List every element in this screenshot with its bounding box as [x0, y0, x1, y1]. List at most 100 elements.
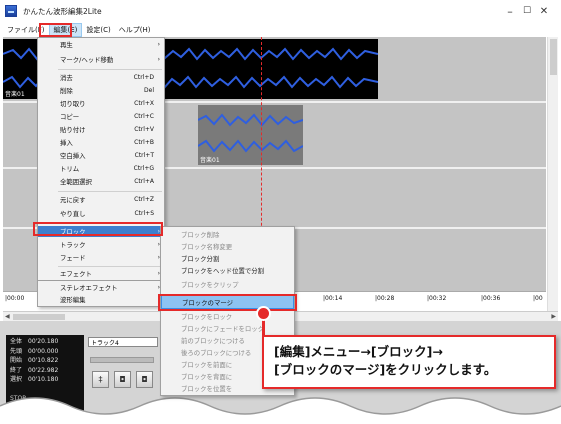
scrollbar-thumb[interactable] [13, 314, 65, 320]
clip-label: 音楽01 [200, 157, 220, 164]
menu-item-label: 全範囲選択 [60, 178, 92, 186]
menu-item-label: トリム [60, 165, 80, 173]
menu-item-label: 切り取り [60, 100, 86, 108]
info-value: 00'20.180 [28, 338, 59, 345]
menu-settings[interactable]: 設定(C) [82, 24, 114, 36]
menu-item-insert-blank[interactable]: 空白挿入 Ctrl+T [38, 150, 164, 161]
menu-shortcut: Ctrl+Z [134, 196, 154, 203]
callout-line-2: [ブロックのマージ]をクリックします。 [274, 362, 497, 377]
volume-slider[interactable] [90, 357, 154, 363]
info-label: 先頭 [10, 347, 23, 355]
ruler-tick: |00:14 [323, 295, 343, 302]
menu-separator [58, 69, 162, 70]
menu-item-copy[interactable]: コピー Ctrl+C [38, 111, 164, 122]
menu-shortcut: Ctrl+T [134, 152, 154, 159]
highlight-block-item [33, 222, 163, 236]
menu-item-insert[interactable]: 挿入 Ctrl+B [38, 137, 164, 148]
menu-item-label: 波形編集 [60, 296, 86, 304]
waveform [198, 113, 303, 127]
ruler-tick: |00 [533, 295, 543, 302]
menu-item-effect[interactable]: エフェクト › [38, 268, 164, 279]
info-label: 全体 [10, 338, 23, 345]
menu-item-label: エフェクト [60, 270, 92, 278]
menu-item-label: コピー [60, 113, 80, 121]
info-row: 終了 00'22.982 [10, 366, 80, 376]
vertical-scrollbar[interactable] [547, 37, 558, 317]
menu-separator [58, 266, 162, 267]
info-label: 開始 [10, 357, 23, 364]
info-value: 00'00.000 [28, 347, 59, 355]
edit-menu-dropdown: 再生 › マーク/ヘッド移動 › 消去 Ctrl+D 削除 Del 切り取り Ctrl+X… [37, 37, 165, 281]
submenu-item-fade-lock[interactable]: ブロックにフェードをロック [161, 323, 294, 334]
submenu-item-block-rename[interactable]: ブロック名称変更 [161, 241, 294, 252]
ruler-tick: |00:00 [5, 295, 25, 302]
menu-shortcut: Del [144, 87, 154, 94]
menu-item-track[interactable]: トラック › [38, 239, 164, 250]
info-row: 開始 00'10.822 [10, 356, 80, 366]
ruler-tick: |00:36 [481, 295, 501, 302]
menu-shortcut: Ctrl+D [133, 74, 154, 81]
highlight-edit-menu [39, 23, 72, 37]
menu-item-cut[interactable]: 切り取り Ctrl+X [38, 98, 164, 109]
menu-item-waveform-edit[interactable]: 波形編集 › [38, 294, 164, 305]
menu-item-mark-head[interactable]: マーク/ヘッド移動 › [38, 54, 164, 65]
highlight-merge-item [158, 294, 297, 311]
menu-separator [58, 191, 162, 192]
menu-item-trim[interactable]: トリム Ctrl+G [38, 163, 164, 174]
menu-item-label: フェード [60, 254, 86, 262]
menu-item-delete[interactable]: 削除 Del [38, 85, 164, 96]
menu-shortcut: Ctrl+A [134, 178, 154, 185]
menu-item-fade[interactable]: フェード › [38, 252, 164, 263]
audio-clip[interactable]: 音楽01 [198, 105, 303, 165]
edit-menu-dropdown-continued: ステレオエフェクト › 波形編集 › [37, 281, 165, 307]
callout-line-1: [編集]メニュー→[ブロック]→ [274, 344, 443, 359]
scrollbar-thumb[interactable] [550, 39, 557, 75]
menu-item-undo[interactable]: 元に戻す Ctrl+Z [38, 194, 164, 205]
title-bar: かんたん波形編集2Lite – ☐ ✕ [0, 0, 561, 22]
menu-shortcut: Ctrl+C [134, 113, 154, 120]
callout-dot [256, 306, 271, 321]
menu-item-label: トラック [60, 241, 86, 249]
scroll-right-icon[interactable]: ▶ [551, 313, 556, 320]
submenu-arrow-icon: › [157, 41, 160, 48]
waveform [198, 139, 303, 153]
info-value: 00'10.822 [28, 357, 59, 364]
menu-item-redo[interactable]: やり直し Ctrl+S [38, 208, 164, 219]
menu-bar: ファイル(F) 編集(E) 設定(C) ヘルプ(H) [0, 22, 561, 37]
instruction-callout: [編集]メニュー→[ブロック]→ [ブロックのマージ]をクリックします。 [262, 335, 556, 389]
window-title: かんたん波形編集2Lite [23, 6, 102, 16]
menu-item-label: ステレオエフェクト [60, 284, 118, 292]
menu-item-play[interactable]: 再生 › [38, 39, 164, 50]
info-label: 終了 [10, 366, 23, 374]
submenu-arrow-icon: › [157, 56, 160, 63]
menu-item-paste[interactable]: 貼り付け Ctrl+V [38, 124, 164, 135]
menu-shortcut: Ctrl+G [133, 165, 154, 172]
info-row: 先頭 00'00.000 [10, 347, 80, 357]
menu-item-erase[interactable]: 消去 Ctrl+D [38, 72, 164, 83]
menu-item-label: 元に戻す [60, 196, 86, 204]
submenu-item-block-clip[interactable]: ブロックをクリップ [161, 279, 294, 290]
menu-item-label: 貼り付け [60, 126, 86, 134]
submenu-item-block-split[interactable]: ブロック分割 [161, 253, 294, 264]
menu-shortcut: Ctrl+B [134, 139, 154, 146]
menu-item-label: 削除 [60, 87, 73, 95]
menu-shortcut: Ctrl+V [134, 126, 154, 133]
scroll-left-icon[interactable]: ◀ [5, 313, 10, 320]
submenu-item-split-at-head[interactable]: ブロックをヘッド位置で分割 [161, 265, 294, 276]
submenu-item-block-delete[interactable]: ブロック削除 [161, 229, 294, 240]
ruler-tick: |00:28 [375, 295, 395, 302]
menu-item-label: マーク/ヘッド移動 [60, 56, 114, 64]
menu-shortcut: Ctrl+S [134, 210, 154, 217]
menu-help[interactable]: ヘルプ(H) [115, 24, 155, 36]
app-icon [5, 5, 17, 17]
close-button[interactable]: ✕ [527, 0, 561, 22]
menu-item-stereo-effect[interactable]: ステレオエフェクト › [38, 282, 164, 293]
track-name-field[interactable]: トラック4 [88, 337, 158, 347]
menu-item-label: 消去 [60, 74, 73, 82]
info-value: 00'22.982 [28, 366, 59, 374]
menu-item-label: 再生 [60, 41, 73, 49]
clip-label: 音楽01 [5, 91, 25, 98]
submenu-item-block-lock[interactable]: ブロックをロック [161, 311, 294, 322]
menu-item-select-all[interactable]: 全範囲選択 Ctrl+A [38, 176, 164, 187]
info-row: 全体 00'20.180 [10, 337, 80, 347]
